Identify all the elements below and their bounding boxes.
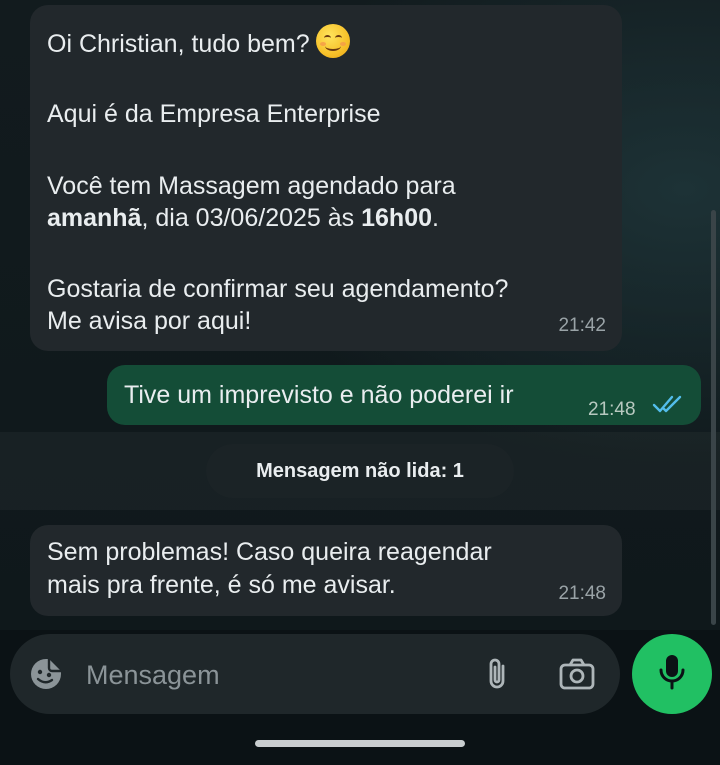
- schedule-line: Você tem Massagem agendado para: [47, 172, 456, 200]
- message-line: Oi Christian, tudo bem?: [47, 24, 350, 60]
- message-composer: [10, 634, 620, 714]
- incoming-message-bubble[interactable]: Sem problemas! Caso queira reagendar mai…: [30, 525, 622, 616]
- microphone-button[interactable]: [632, 634, 712, 714]
- schedule-end: .: [432, 204, 439, 232]
- message-timestamp: 21:48: [558, 583, 606, 604]
- paperclip-icon[interactable]: [484, 656, 510, 697]
- company-line: Aqui é da Empresa Enterprise: [47, 100, 381, 128]
- microphone-icon: [657, 653, 687, 696]
- scrollbar[interactable]: [711, 210, 716, 625]
- camera-icon[interactable]: [558, 656, 596, 697]
- read-double-check-icon: [652, 391, 684, 423]
- schedule-middle: , dia 03/06/2025 às: [141, 204, 362, 232]
- smiling-face-icon: [315, 24, 350, 58]
- outgoing-message-bubble[interactable]: Tive um imprevisto e não poderei ir 21:4…: [107, 365, 701, 425]
- bold-time: 16h00: [361, 204, 432, 232]
- incoming-message-bubble[interactable]: Oi Christian, tudo bem? Aqui é da Empres…: [30, 5, 622, 351]
- ask-line: Me avisa por aqui!: [47, 307, 252, 335]
- message-timestamp: 21:42: [558, 315, 606, 336]
- message-line: mais pra frente, é só me avisar.: [47, 571, 396, 599]
- message-timestamp: 21:48: [588, 399, 636, 420]
- unread-messages-divider: Mensagem não lida: 1: [206, 444, 514, 498]
- confirm-line: Gostaria de confirmar seu agendamento?: [47, 275, 509, 303]
- sticker-icon[interactable]: [28, 656, 64, 697]
- schedule-date-line: amanhã, dia 03/06/2025 às 16h00.: [47, 202, 439, 234]
- reply-text: Tive um imprevisto e não poderei ir: [124, 381, 514, 409]
- bold-day: amanhã: [47, 204, 142, 232]
- message-line: Sem problemas! Caso queira reagendar: [47, 538, 492, 566]
- greeting-text: Oi Christian, tudo bem?: [47, 30, 310, 58]
- home-indicator[interactable]: [255, 740, 465, 747]
- message-input[interactable]: [84, 652, 468, 698]
